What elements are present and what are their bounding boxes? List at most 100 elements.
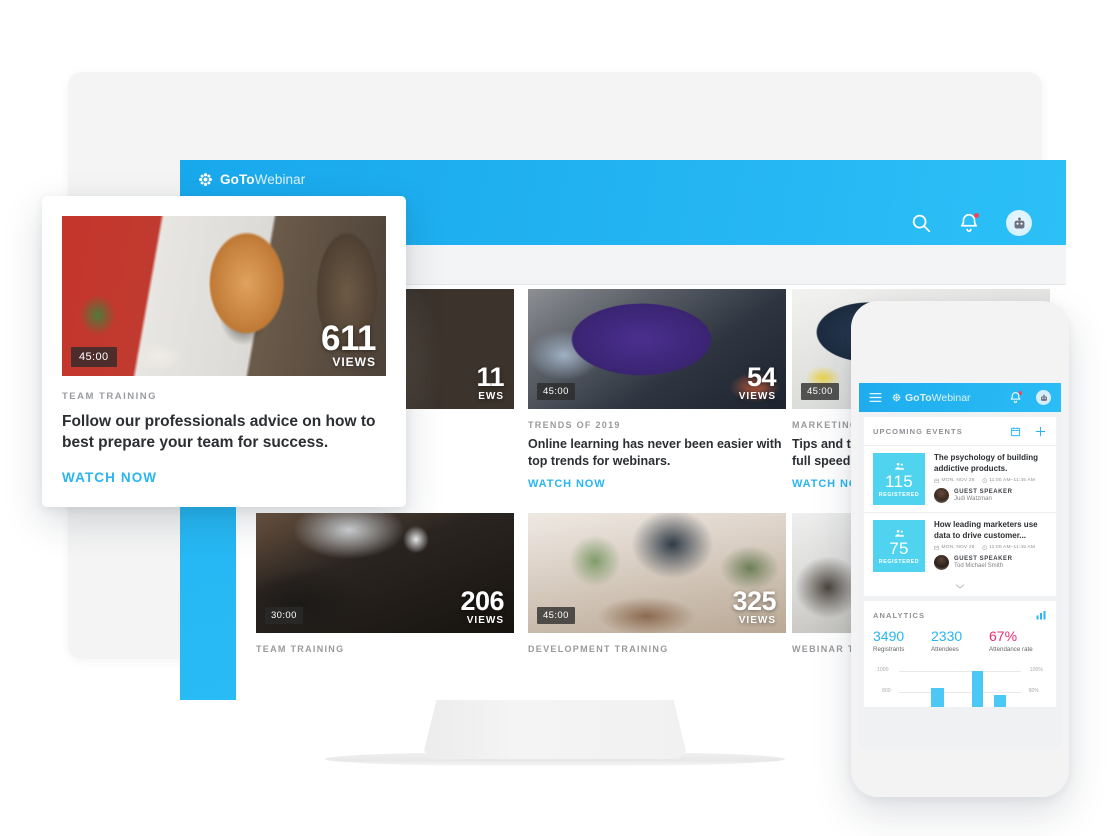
video-duration: 45:00 [537,383,575,400]
video-category: DEVELOPMENT TRAINING [528,644,669,654]
featured-video-thumbnail[interactable]: 45:00 611 VIEWS [62,216,386,376]
speaker-role: GUEST SPEAKER [954,489,1013,496]
event-time-text: 11:00 AM–11:45 AM [989,477,1036,483]
featured-watch-now-link[interactable]: WATCH NOW [62,470,386,485]
view-count: 611 VIEWS [321,318,376,369]
calendar-icon [934,478,940,483]
event-details: The psychology of building addictive pro… [934,453,1047,505]
view-count: 11 EWS [476,364,504,402]
mobile-phone-frame: GoToWebinar UPCOMING EVENTS 115 REGISTER… [851,301,1069,797]
gotowebinar-flower-icon [892,393,901,402]
brand-name-bold: GoTo [220,172,255,187]
event-date-text: MON, NOV 26 [941,477,975,483]
analytics-title: ANALYTICS [873,610,926,620]
account-avatar-icon[interactable] [1036,390,1051,405]
event-details: How leading marketers use data to drive … [934,520,1047,572]
stat-label: Attendees [931,646,959,653]
clock-icon [982,478,987,483]
gotowebinar-flower-icon [199,173,212,186]
brand-name-light: Webinar [254,172,306,187]
event-date: MON, NOV 26 [934,478,975,484]
registered-count: 115 [884,471,913,491]
y-axis-tick-left-bottom: 800 [882,688,891,694]
expand-events-button[interactable] [864,579,1056,596]
registered-badge: 75 REGISTERED [873,520,925,572]
featured-recording-card[interactable]: 45:00 611 VIEWS TEAM TRAINING Follow our… [42,196,406,507]
video-category: TRENDS OF 2019 [528,420,621,430]
people-icon [894,462,904,470]
event-time-text: 11:00 AM–11:45 AM [989,544,1036,550]
event-time: 11:00 AM–11:45 AM [982,478,1035,484]
brand-logo: GoToWebinar [198,172,305,187]
registered-label: REGISTERED [878,558,920,565]
stat-attendees: 2330 Attendees [931,629,989,653]
chart-bars [899,661,1021,707]
analytics-stats: 3490 Registrants 2330 Attendees 67% Atte… [864,627,1056,661]
video-duration: 45:00 [71,347,117,367]
mobile-top-bar: GoToWebinar [859,383,1061,412]
video-thumbnail[interactable]: 45:00 54 VIEWS [528,289,786,409]
view-count-number: 325 [732,586,776,617]
view-count-number: 206 [460,586,504,617]
chevron-down-icon [955,584,965,589]
event-title: The psychology of building addictive pro… [934,453,1038,473]
notifications-bell-icon[interactable] [1009,391,1022,404]
registered-count: 75 [889,538,909,558]
video-title: Online learning has never been easier wi… [528,437,782,468]
mobile-screen: GoToWebinar UPCOMING EVENTS 115 REGISTER… [859,383,1061,748]
notification-badge-dot [974,213,979,218]
upcoming-events-header: UPCOMING EVENTS [864,417,1056,446]
mobile-brand-bold: GoTo [905,391,932,404]
top-bar-actions [910,210,1032,236]
watch-now-link[interactable]: WATCH NOW [528,478,786,490]
event-title: How leading marketers use data to drive … [934,520,1038,540]
video-card[interactable]: 30:00 206 VIEWS TEAM TRAINING [256,513,514,654]
event-meta: MON, NOV 26 11:00 AM–11:45 AM [934,545,1047,551]
view-count-label: VIEWS [466,615,504,626]
video-thumbnail[interactable]: 45:00 325 VIEWS [528,513,786,633]
video-duration: 45:00 [801,383,839,400]
speaker-role: GUEST SPEAKER [954,556,1013,563]
event-date: MON, NOV 26 [934,545,975,551]
calendar-icon[interactable] [1010,426,1021,437]
upcoming-events-actions [1010,425,1047,438]
account-avatar-icon[interactable] [1006,210,1032,236]
mobile-brand-light: Webinar [931,391,971,404]
brand-name: GoToWebinar [220,172,305,187]
hamburger-menu-icon[interactable] [869,392,882,403]
featured-title: Follow our professionals advice on how t… [62,413,376,452]
upcoming-events-panel: UPCOMING EVENTS 115 REGISTERED The psych… [864,417,1056,596]
speaker-avatar [934,488,949,504]
view-count-label: EWS [478,391,504,402]
speaker-name: Judi Watzman [954,496,992,503]
stat-value: 2330 [931,628,963,644]
add-icon[interactable] [1034,425,1047,438]
stat-attendance-rate: 67% Attendance rate [989,629,1047,653]
search-icon[interactable] [910,212,932,234]
view-count-label: VIEWS [738,615,776,626]
event-list-item[interactable]: 115 REGISTERED The psychology of buildin… [864,446,1056,513]
view-count-number: 611 [321,318,376,358]
notifications-bell-icon[interactable] [958,212,980,234]
y-axis-tick-right-bottom: 80% [1028,688,1039,694]
stat-registrants: 3490 Registrants [873,629,931,653]
event-date-text: MON, NOV 26 [941,544,975,550]
event-list-item[interactable]: 75 REGISTERED How leading marketers use … [864,513,1056,579]
view-count: 206 VIEWS [460,586,504,626]
stat-value: 3490 [873,628,905,644]
video-thumbnail[interactable]: 30:00 206 VIEWS [256,513,514,633]
y-axis-tick-right-top: 100% [1029,667,1043,673]
y-axis-tick-left-top: 1000 [877,667,889,673]
speaker-name: Tod Michael Smith [954,563,1004,570]
event-speaker: GUEST SPEAKER Tod Michael Smith [934,555,1047,571]
analytics-header: ANALYTICS [864,601,1056,627]
event-speaker: GUEST SPEAKER Judi Watzman [934,488,1047,504]
people-icon [894,529,904,537]
stat-value: 67% [989,628,1018,644]
video-card[interactable]: 45:00 54 VIEWS TRENDS OF 2019 Online lea… [528,289,786,490]
video-card[interactable]: 45:00 325 VIEWS DEVELOPMENT TRAINING [528,513,786,654]
chart-bar [930,688,945,707]
event-meta: MON, NOV 26 11:00 AM–11:45 AM [934,478,1047,484]
registered-label: REGISTERED [878,491,920,498]
bar-chart-icon[interactable] [1035,609,1047,621]
